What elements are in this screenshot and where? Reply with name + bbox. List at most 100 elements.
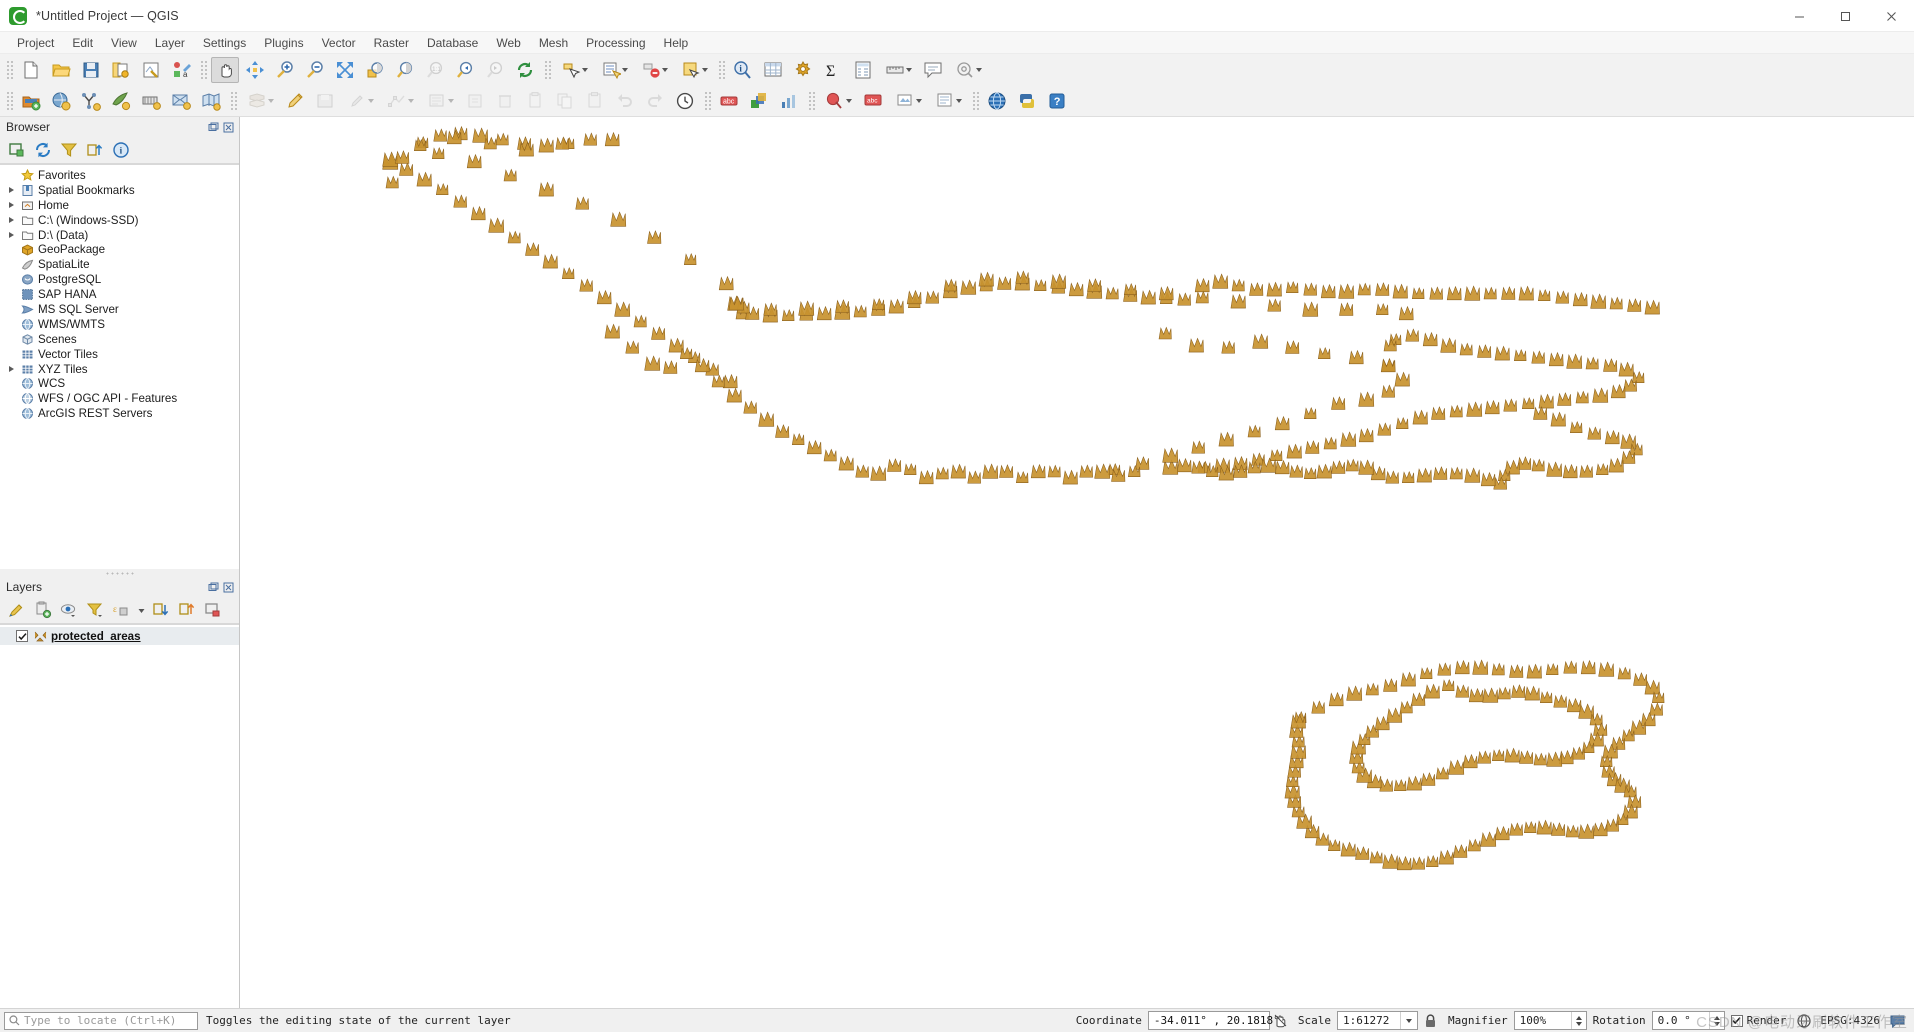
zoom-last-button[interactable] <box>451 57 479 83</box>
add-delimited-text-button[interactable] <box>77 88 105 114</box>
close-button[interactable] <box>1868 0 1914 32</box>
browser-item-arcgis-rest-servers[interactable]: ArcGIS REST Servers <box>0 406 239 421</box>
chevron-down-icon[interactable] <box>621 67 628 72</box>
add-vector-layer-button[interactable] <box>17 88 45 114</box>
toolbar-grip[interactable] <box>703 89 711 112</box>
collapse-all-icon[interactable] <box>174 599 200 622</box>
zoom-out-button[interactable] <box>301 57 329 83</box>
open-attribute-table-button[interactable] <box>759 57 787 83</box>
expand-arrow[interactable] <box>4 217 18 224</box>
locate-input[interactable]: Type to locate (Ctrl+K) <box>4 1011 198 1030</box>
browser-item-favorites[interactable]: Favorites <box>0 168 239 183</box>
select-by-value-button[interactable] <box>595 57 633 83</box>
layers-float-icon[interactable] <box>207 581 220 594</box>
layer-styling-button[interactable] <box>745 88 773 114</box>
expand-arrow[interactable] <box>4 202 18 209</box>
chevron-down-icon[interactable] <box>905 67 912 72</box>
text-annotation-button[interactable] <box>819 88 857 114</box>
lock-icon[interactable] <box>1418 1013 1442 1028</box>
filter-legend-icon[interactable] <box>82 599 108 622</box>
chevron-down-icon[interactable] <box>367 98 374 103</box>
delete-selected-button[interactable] <box>491 88 519 114</box>
browser-item-wms-wmts[interactable]: WMS/WMTS <box>0 317 239 332</box>
toolbar-grip[interactable] <box>229 89 237 112</box>
zoom-next-button[interactable] <box>481 57 509 83</box>
layer-labeling-button[interactable]: abc <box>715 88 743 114</box>
browser-float-icon[interactable] <box>207 121 220 134</box>
remove-layer-icon[interactable] <box>200 599 226 622</box>
menu-project[interactable]: Project <box>8 34 63 52</box>
add-point-feature-button[interactable] <box>341 88 379 114</box>
menu-web[interactable]: Web <box>487 34 529 52</box>
browser-close-icon[interactable] <box>222 121 235 134</box>
zoom-to-layer-button[interactable] <box>391 57 419 83</box>
browser-item-xyz-tiles[interactable]: XYZ Tiles <box>0 362 239 377</box>
undo-button[interactable] <box>611 88 639 114</box>
menu-layer[interactable]: Layer <box>146 34 194 52</box>
copy-features-button[interactable] <box>551 88 579 114</box>
render-checkbox[interactable] <box>1730 1014 1743 1027</box>
expand-arrow[interactable] <box>4 232 18 238</box>
current-edits-button[interactable] <box>241 88 279 114</box>
statistical-summary-button[interactable]: Σ <box>819 57 847 83</box>
browser-item-c-drive[interactable]: C:\ (Windows-SSD) <box>0 213 239 228</box>
menu-mesh[interactable]: Mesh <box>530 34 577 52</box>
add-mssql-layer-button[interactable] <box>167 88 195 114</box>
processing-toolbox-button[interactable] <box>789 57 817 83</box>
browser-item-spatial-bookmarks[interactable]: Spatial Bookmarks <box>0 183 239 198</box>
vertex-tool-button[interactable] <box>381 88 419 114</box>
chevron-down-icon[interactable] <box>955 98 962 103</box>
browser-item-home[interactable]: Home <box>0 198 239 213</box>
add-wms-layer-button[interactable] <box>197 88 225 114</box>
new-map-view-button[interactable] <box>949 57 987 83</box>
pan-to-selection-button[interactable] <box>241 57 269 83</box>
maximize-button[interactable] <box>1822 0 1868 32</box>
browser-item-vector-tiles[interactable]: Vector Tiles <box>0 347 239 362</box>
layers-close-icon[interactable] <box>222 581 235 594</box>
paste-features-button[interactable] <box>581 88 609 114</box>
expression-filter-icon[interactable]: ε <box>108 599 134 622</box>
crs-globe-icon[interactable] <box>1794 1013 1814 1028</box>
select-all-button[interactable] <box>675 57 713 83</box>
crs-label[interactable]: EPSG:4326 <box>1820 1014 1880 1027</box>
zoom-native-button[interactable]: 1:1 <box>421 57 449 83</box>
magnifier-stepper[interactable] <box>1570 1012 1586 1029</box>
filter-icon[interactable] <box>56 139 82 162</box>
open-project-button[interactable] <box>47 57 75 83</box>
rotation-spinner[interactable]: 0.0 ° <box>1651 1011 1725 1030</box>
layers-tree[interactable]: protected_areas <box>0 624 239 1008</box>
refresh-map-button[interactable] <box>511 57 539 83</box>
menu-view[interactable]: View <box>102 34 146 52</box>
chevron-down-icon[interactable] <box>1400 1012 1417 1029</box>
cut-features-button[interactable] <box>521 88 549 114</box>
svg-annotation-button[interactable] <box>889 88 927 114</box>
chevron-down-icon[interactable] <box>975 67 982 72</box>
chevron-down-icon[interactable] <box>581 67 588 72</box>
chevron-down-icon[interactable] <box>915 98 922 103</box>
select-features-button[interactable] <box>555 57 593 83</box>
add-raster-layer-button[interactable] <box>47 88 75 114</box>
help-contents-button[interactable]: ? <box>1043 88 1071 114</box>
zoom-to-selection-button[interactable] <box>361 57 389 83</box>
chevron-down-icon[interactable] <box>407 98 414 103</box>
panel-splitter[interactable] <box>0 569 239 577</box>
browser-item-ms-sql-server[interactable]: MS SQL Server <box>0 302 239 317</box>
pan-map-button[interactable] <box>211 56 239 83</box>
style-manager-button[interactable] <box>137 57 165 83</box>
expand-all-icon[interactable] <box>148 599 174 622</box>
expand-arrow[interactable] <box>4 187 18 194</box>
layer-visibility-checkbox[interactable] <box>16 630 28 642</box>
redo-button[interactable] <box>641 88 669 114</box>
toolbar-grip[interactable] <box>5 89 13 112</box>
toolbar-grip[interactable] <box>199 58 207 81</box>
deselect-features-button[interactable] <box>635 57 673 83</box>
toolbar-grip[interactable] <box>971 89 979 112</box>
menu-raster[interactable]: Raster <box>365 34 418 52</box>
coordinate-field[interactable]: -34.011° , 20.1818° <box>1147 1011 1280 1030</box>
refresh-icon[interactable] <box>30 139 56 162</box>
move-feature-button[interactable] <box>461 88 489 114</box>
show-map-tips-button[interactable] <box>919 57 947 83</box>
chevron-down-icon[interactable] <box>447 98 454 103</box>
browser-item-postgresql[interactable]: PostgreSQL <box>0 272 239 287</box>
menu-database[interactable]: Database <box>418 34 487 52</box>
